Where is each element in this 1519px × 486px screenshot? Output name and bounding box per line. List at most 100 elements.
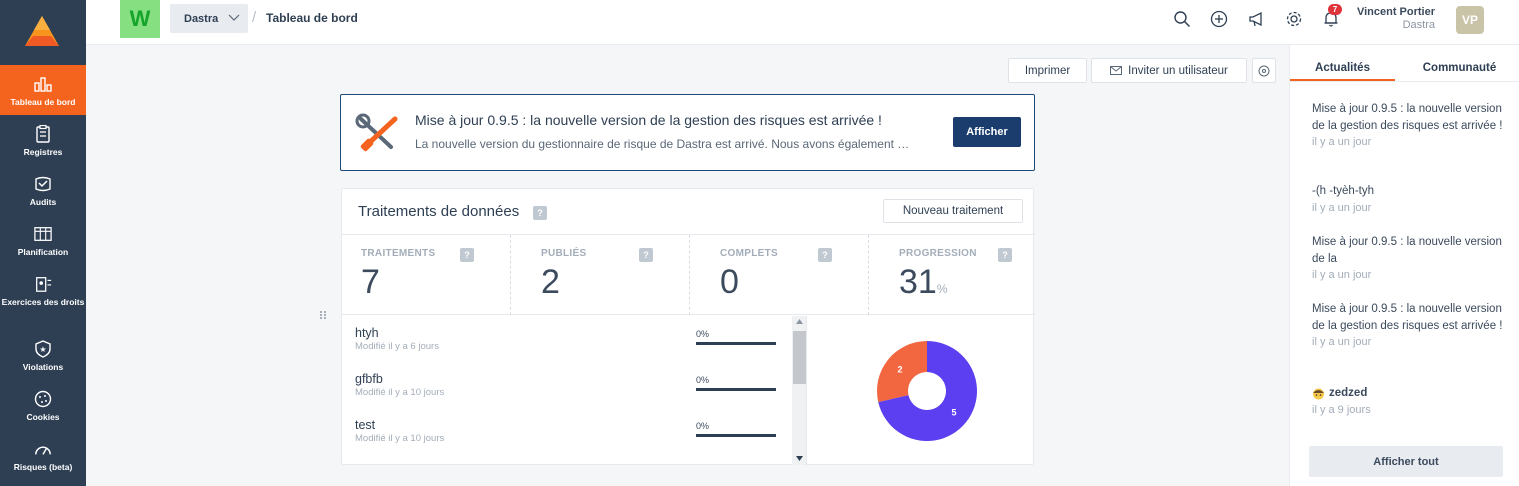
sidebar-item-label: Exercices des droits xyxy=(1,297,85,307)
announcement-banner: Mise à jour 0.9.5 : la nouvelle version … xyxy=(340,94,1035,171)
announcement-title: Mise à jour 0.9.5 : la nouvelle version … xyxy=(415,112,882,128)
stat-value: 31% xyxy=(899,263,948,301)
print-button[interactable]: Imprimer xyxy=(1008,58,1087,83)
help-mark[interactable]: ? xyxy=(998,248,1012,262)
help-mark[interactable]: ? xyxy=(460,248,474,262)
planning-icon xyxy=(34,225,52,243)
scroll-up-icon[interactable] xyxy=(796,319,803,324)
sidebar-item-label: Violations xyxy=(22,362,64,372)
search-icon[interactable] xyxy=(1173,10,1191,28)
help-mark[interactable]: ? xyxy=(818,248,832,262)
avatar[interactable]: VP xyxy=(1456,6,1484,34)
sidebar-item-label: Tableau de bord xyxy=(10,97,76,107)
progress-donut-chart: 25 xyxy=(877,341,977,441)
item-progress-label: 0% xyxy=(696,329,710,339)
stat-progression: PROGRESSION ? 31% xyxy=(869,235,1035,315)
tools-icon xyxy=(355,113,398,152)
org-selector[interactable]: Dastra xyxy=(170,4,248,33)
announcement-description: La nouvelle version du gestionnaire de r… xyxy=(415,137,910,151)
news-text[interactable]: Mise à jour 0.9.5 : la nouvelle version … xyxy=(1312,301,1507,334)
news-text[interactable]: -(h -tyèh-tyh xyxy=(1312,183,1507,200)
help-mark[interactable]: ? xyxy=(533,206,547,220)
rights-icon xyxy=(34,275,52,293)
news-time: il y a un jour xyxy=(1312,336,1372,348)
gear-icon[interactable] xyxy=(1285,10,1303,28)
item-modified: Modifié il y a 10 jours xyxy=(355,387,445,398)
sidebar-item-rights[interactable]: Exercices des droits xyxy=(0,265,86,325)
audit-icon xyxy=(34,175,52,193)
add-icon[interactable] xyxy=(1210,10,1228,28)
show-all-button[interactable]: Afficher tout xyxy=(1309,446,1503,477)
sidebar-item-planification[interactable]: Planification xyxy=(0,215,86,265)
item-name[interactable]: htyh xyxy=(355,326,379,340)
notification-badge: 7 xyxy=(1328,4,1342,15)
violation-icon: ★ xyxy=(34,340,52,358)
org-avatar[interactable]: W xyxy=(120,0,160,38)
org-selector-label: Dastra xyxy=(184,12,219,25)
news-author[interactable]: zedzed xyxy=(1312,385,1507,402)
news-time: il y a un jour xyxy=(1312,136,1372,148)
list-item[interactable]: htyh Modifié il y a 6 jours 0% xyxy=(342,316,792,362)
sidebar-item-violations[interactable]: ★ Violations xyxy=(0,330,86,380)
news-item[interactable]: Mise à jour 0.9.5 : la nouvelle version … xyxy=(1312,234,1507,283)
invite-user-button-label: Inviter un utilisateur xyxy=(1128,64,1228,77)
news-item[interactable]: Mise à jour 0.9.5 : la nouvelle version … xyxy=(1312,101,1507,150)
news-panel: Actualités Communauté Mise à jour 0.9.5 … xyxy=(1289,45,1519,486)
help-mark[interactable]: ? xyxy=(639,248,653,262)
tabs-divider xyxy=(1290,81,1519,82)
sidebar-item-label: Risques (beta) xyxy=(13,462,73,472)
pie-slice-label-0: 2 xyxy=(898,364,903,374)
item-name[interactable]: gfbfb xyxy=(355,372,383,386)
tab-news[interactable]: Actualités xyxy=(1290,62,1395,81)
sidebar-item-dashboard[interactable]: Tableau de bord xyxy=(0,65,86,115)
sidebar-item-risks[interactable]: Risques (beta) xyxy=(0,430,86,480)
news-item[interactable]: -(h -tyèh-tyh il y a un jour xyxy=(1312,183,1507,216)
show-announcement-button[interactable]: Afficher xyxy=(953,117,1021,147)
new-processing-button[interactable]: Nouveau traitement xyxy=(883,199,1023,223)
list-item[interactable]: gfbfb Modifié il y a 10 jours 0% xyxy=(342,362,792,408)
stat-label: PROGRESSION xyxy=(899,248,977,259)
list-scrollbar[interactable] xyxy=(792,316,806,465)
svg-text:★: ★ xyxy=(39,345,46,354)
megaphone-icon[interactable] xyxy=(1248,10,1266,28)
sidebar-item-label: Audits xyxy=(29,197,57,207)
mail-icon xyxy=(1110,66,1123,75)
pie-slice-label-1: 5 xyxy=(951,408,956,418)
stat-value: 0 xyxy=(720,263,739,301)
item-name[interactable]: test xyxy=(355,418,375,432)
tab-community[interactable]: Communauté xyxy=(1407,62,1512,81)
user-name[interactable]: Vincent Portier xyxy=(1357,6,1435,18)
scroll-down-icon[interactable] xyxy=(796,456,803,461)
list-item[interactable]: test Modifié il y a 10 jours 0% xyxy=(342,408,792,454)
stat-value: 2 xyxy=(541,263,560,301)
item-progress-bar xyxy=(696,434,776,437)
news-text[interactable]: Mise à jour 0.9.5 : la nouvelle version … xyxy=(1312,234,1507,267)
news-item[interactable]: zedzed il y a 9 jours xyxy=(1312,385,1507,418)
chevron-down-icon xyxy=(228,14,240,21)
scrollbar-thumb[interactable] xyxy=(793,331,806,384)
sidebar-item-label: Cookies xyxy=(26,412,60,422)
dastra-logo[interactable] xyxy=(23,14,61,48)
item-progress-bar xyxy=(696,388,776,391)
register-icon xyxy=(34,125,52,143)
topbar: W Dastra / Tableau de bord 7 Vincent Por… xyxy=(86,0,1519,45)
breadcrumb-separator: / xyxy=(252,9,257,26)
help-button[interactable] xyxy=(1252,58,1276,83)
sidebar-item-registres[interactable]: Registres xyxy=(0,115,86,165)
news-time: il y a 9 jours xyxy=(1312,403,1371,416)
news-text[interactable]: Mise à jour 0.9.5 : la nouvelle version … xyxy=(1312,101,1507,134)
sidebar-item-audits[interactable]: Audits xyxy=(0,165,86,215)
processing-list: htyh Modifié il y a 6 jours 0% gfbfb Mod… xyxy=(342,316,807,465)
sidebar-item-cookies[interactable]: Cookies xyxy=(0,380,86,430)
item-progress-bar xyxy=(696,342,776,345)
stats-row: TRAITEMENTS ? 7 PUBLIÉS ? 2 COMPLETS ? 0… xyxy=(342,234,1035,315)
invite-user-button[interactable]: Inviter un utilisateur xyxy=(1091,58,1247,83)
help-icon xyxy=(1258,65,1270,76)
sidebar-item-label: Registres xyxy=(23,147,63,157)
stat-complete: COMPLETS ? 0 xyxy=(690,235,869,315)
news-time: il y a un jour xyxy=(1312,269,1372,281)
card-title: Traitements de données xyxy=(358,203,520,220)
news-item[interactable]: Mise à jour 0.9.5 : la nouvelle version … xyxy=(1312,301,1507,350)
drag-handle-icon[interactable] xyxy=(319,310,327,320)
user-organization: Dastra xyxy=(1402,19,1435,31)
